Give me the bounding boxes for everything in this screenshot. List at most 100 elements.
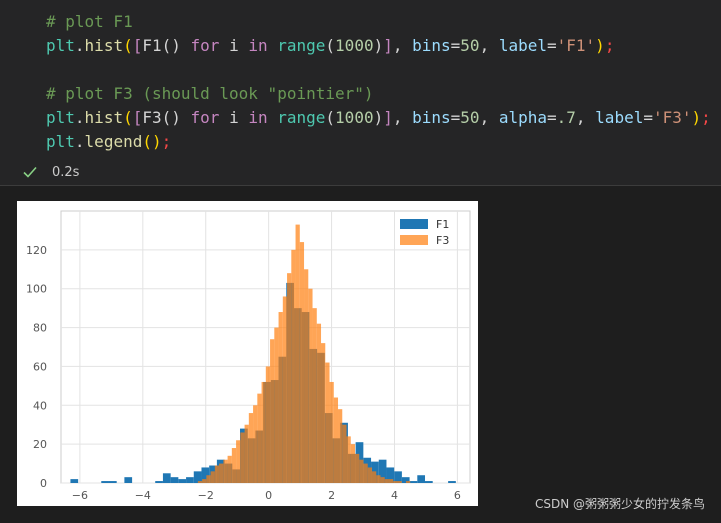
code-token: ( [123,36,133,55]
code-token: legend [84,132,143,151]
code-token: ( [325,36,336,55]
code-line: # plot F3 (should look "pointier") [46,82,711,106]
code-token: ; [604,36,615,55]
bar-f3 [223,459,228,483]
bar-f3 [380,477,385,483]
bar-f3 [270,339,275,483]
x-tick-label: −2 [198,489,214,502]
bar-f3 [197,481,203,483]
bar-f3 [397,481,402,483]
code-token: plt [46,108,75,127]
code-token: , [392,36,413,55]
code-token: bins [412,36,451,55]
execution-status: 0.2s [22,160,79,184]
bar-f1 [155,481,163,483]
x-tick-label: 0 [265,489,272,502]
bar-f3 [329,381,334,483]
bar-f3 [367,467,372,483]
code-token: F3 [142,108,162,127]
bar-f1 [170,477,179,483]
code-token: 50 [460,36,480,55]
code-token: hist [84,108,124,127]
bar-f3 [342,424,347,483]
code-token: ] [383,108,393,127]
code-token: ( [123,108,133,127]
bar-f3 [316,323,322,483]
code-token: [ [132,36,143,55]
bar-f3 [304,269,309,483]
bar-f3 [227,455,232,483]
bar-f3 [206,475,211,483]
code-token: = [547,36,557,55]
x-tick-label: 4 [391,489,398,502]
code-token: range [277,108,326,127]
code-line: # plot F1 [46,10,711,34]
code-token: range [277,36,326,55]
bar-f3 [308,288,313,483]
code-token: i [229,36,239,55]
code-token: # plot F1 [46,12,133,31]
code-token: . [74,132,85,151]
bar-f1 [409,481,418,483]
bar-f3 [265,366,271,483]
code-token: ; [161,132,172,151]
code-token: ) [373,108,384,127]
code-token: 'F1' [556,36,596,55]
code-token: () [161,36,181,55]
code-token: = [450,36,461,55]
bar-f3 [355,453,360,483]
bar-f3 [202,479,207,483]
bar-f3 [219,463,224,483]
bar-f3 [338,409,343,483]
bar-f3 [333,397,339,483]
code-token: F1 [142,36,162,55]
bar-f1 [186,477,194,483]
bar-f3 [371,471,377,483]
check-icon [23,166,37,178]
code-token: = [450,108,461,127]
bar-f1 [70,479,79,483]
code-token: for [180,36,230,55]
bar-f3 [248,413,254,483]
bar-f1 [162,473,171,483]
code-token: 50 [460,108,480,127]
code-token: 1000 [335,36,374,55]
x-tick-label: −6 [72,489,88,502]
x-tick-label: 6 [454,489,461,502]
code-token: () [161,108,181,127]
bar-f3 [312,308,317,483]
code-token: = [643,108,653,127]
bar-f3 [350,444,356,483]
cell-output: −6 −4 −2 0 2 4 6 0 20 40 60 80 100 120 F1 F3 [17,201,478,506]
code-token: hist [84,36,124,55]
bar-f3 [384,479,389,483]
code-token: 'F3' [652,108,692,127]
code-token: i [229,108,239,127]
code-cell[interactable]: # plot F1 plt.hist([F1() for i in range(1… [0,0,721,186]
bar-f3 [261,381,266,483]
code-token: ; [701,108,711,127]
code-token: plt [46,36,75,55]
bar-f3 [210,471,215,483]
code-token: ] [383,36,393,55]
legend-label-f1: F1 [436,218,449,231]
code-editor[interactable]: # plot F1 plt.hist([F1() for i in range(1… [46,10,711,154]
code-token: alpha [498,108,547,127]
y-tick-label: 120 [26,244,47,257]
watermark: CSDN @粥粥粥少女的拧发条鸟 [534,497,705,511]
bar-f3 [363,463,368,483]
bar-f3 [321,343,326,483]
bar-f3 [388,479,394,483]
code-token: label [498,36,547,55]
code-token: ( [325,108,336,127]
code-token: ) [595,36,605,55]
bar-f3 [295,224,300,483]
code-line: plt.hist([F1() for i in range(1000)], bi… [46,34,711,58]
code-token: in [238,108,278,127]
bar-f1 [101,481,109,483]
code-line: plt.hist([F3() for i in range(1000)], bi… [46,106,711,130]
execution-time: 0.2s [52,164,80,180]
y-tick-label: 20 [33,438,47,451]
y-tick-label: 0 [40,477,47,490]
